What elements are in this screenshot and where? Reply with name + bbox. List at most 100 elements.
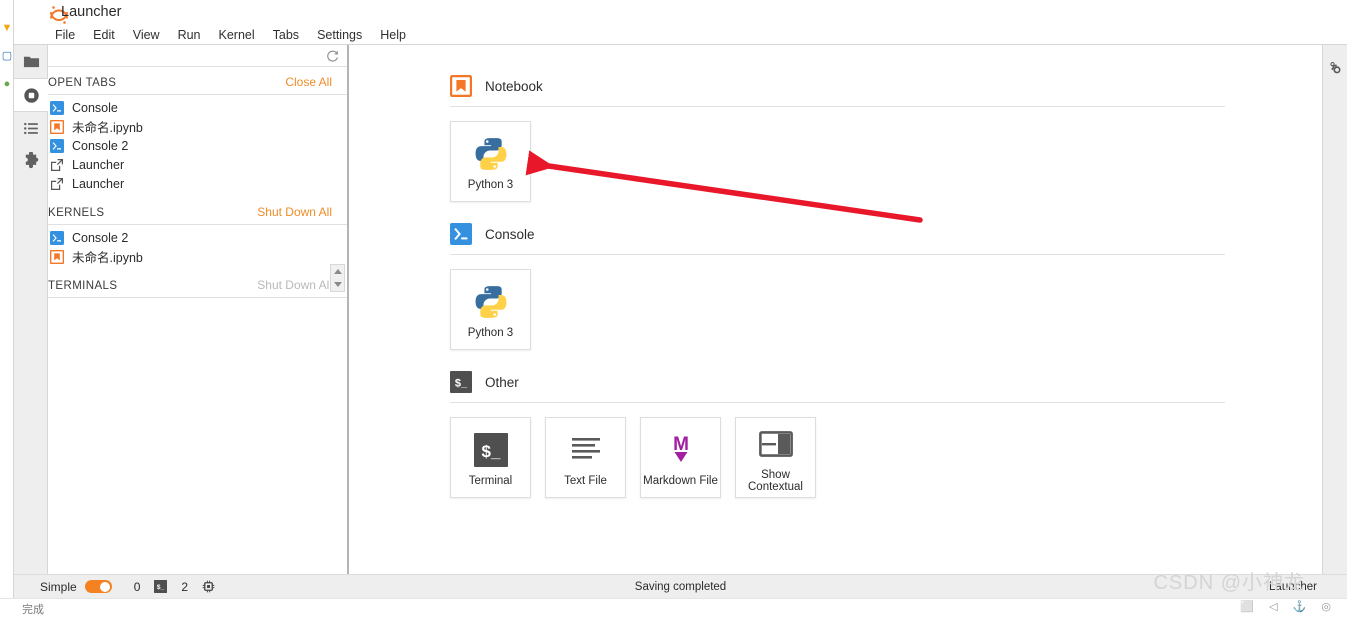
launcher-section-header: $_ Other (450, 371, 1225, 403)
console-icon (50, 138, 64, 153)
launcher-section-notebook: Notebook Python 3 (450, 75, 1225, 202)
launcher-panel: Notebook Python 3 Console Python 3 $_ Ot… (349, 45, 1322, 585)
notebook-icon (49, 249, 65, 264)
panel-toolbar (48, 45, 347, 67)
jupyterlab-window: ▼ ▢ ● Launcher File Edit View Run Kernel… (0, 0, 1347, 620)
list-item[interactable]: Console 2 (48, 228, 347, 247)
sidebar-tab-running-sessions[interactable] (14, 78, 48, 111)
background-icon-3: ● (3, 78, 11, 90)
terminal-dollar-icon: $_ (473, 429, 508, 471)
refresh-icon[interactable] (323, 47, 341, 65)
notebook-bookmark-icon (450, 75, 472, 97)
list-item-label: Launcher (72, 157, 125, 172)
list-item[interactable]: 未命名.ipynb (48, 117, 347, 136)
console-icon (50, 100, 64, 115)
list-item[interactable]: 未命名.ipynb (48, 247, 347, 266)
launcher-card-label: Python 3 (467, 326, 514, 339)
launcher-section-label: Console (485, 226, 535, 242)
menu-item-run[interactable]: Run (169, 26, 210, 44)
terminal-dollar-icon[interactable]: $_ (154, 580, 168, 593)
launcher-section-header: Notebook (450, 75, 1225, 107)
launcher-card-row: Python 3 (450, 255, 1225, 350)
section-title-kernels: KERNELS (48, 207, 105, 219)
shut-down-all-kernels-button[interactable]: Shut Down All (257, 205, 332, 219)
menu-item-help[interactable]: Help (371, 26, 415, 44)
python-logo-icon (472, 133, 510, 175)
launcher-card-terminal[interactable]: $_ Terminal (450, 417, 531, 498)
launcher-card-markdown-file[interactable]: M Markdown File (640, 417, 721, 498)
background-window-strip: ▼ ▢ ● (0, 0, 14, 620)
section-header-kernels: KERNELS Shut Down All (48, 197, 347, 225)
launcher-card-notebook-python3[interactable]: Python 3 (450, 121, 531, 202)
list-item-label: Launcher (72, 176, 125, 191)
os-taskbar: 完成 ⬜ ◁ ⚓ ◎ (0, 598, 1347, 620)
launcher-card-label: Python 3 (467, 178, 514, 191)
list-item-label: 未命名.ipynb (72, 121, 143, 135)
launcher-section-label: Other (485, 374, 519, 390)
scroll-down-arrow-icon[interactable] (333, 282, 342, 287)
status-bar-left: Simple 0 $_ 2 (14, 580, 215, 594)
panel-scroll-stepper[interactable] (330, 264, 345, 292)
section-title-open-tabs: OPEN TABS (48, 77, 117, 89)
list-item[interactable]: Console 2 (48, 136, 347, 155)
launcher-section-header: Console (450, 223, 1225, 255)
svg-text:M: M (673, 434, 689, 455)
menu-item-view[interactable]: View (124, 26, 169, 44)
terminal-dollar-icon: $_ (450, 371, 472, 393)
menu-item-file[interactable]: File (46, 26, 84, 44)
menu-item-settings[interactable]: Settings (308, 26, 371, 44)
sidebar-tab-file-browser[interactable] (14, 45, 48, 78)
launcher-section-console: Console Python 3 (450, 223, 1225, 350)
property-inspector-gear-icon[interactable] (1323, 53, 1347, 83)
section-header-open-tabs: OPEN TABS Close All (48, 67, 347, 95)
sidebar-tab-extension-manager[interactable] (14, 144, 48, 177)
launcher-card-show-contextual[interactable]: Show Contextual (735, 417, 816, 498)
launcher-card-label: Show Contextual (748, 468, 803, 493)
launcher-card-console-python3[interactable]: Python 3 (450, 269, 531, 350)
list-item-label: Console (72, 100, 118, 115)
open-tabs-list: Console 未命名.ipynb Console 2 Launcher Lau… (48, 95, 347, 197)
list-item[interactable]: Console (48, 98, 347, 117)
taskbar-left-text: 完成 (22, 604, 44, 616)
terminal-count: 0 (133, 579, 141, 594)
simple-mode-toggle[interactable] (84, 580, 112, 593)
launcher-section-label: Notebook (485, 78, 543, 94)
python-logo-icon (472, 281, 510, 323)
launcher-icon (50, 158, 64, 172)
markdown-icon: M (664, 429, 698, 471)
title-bar: Launcher File Edit View Run Kernel Tabs … (14, 0, 1347, 45)
show-contextual-icon (758, 423, 793, 465)
list-item-label: 未命名.ipynb (72, 251, 143, 265)
status-bar: Simple 0 $_ 2 Saving completed Launcher (14, 574, 1347, 598)
scroll-up-arrow-icon[interactable] (333, 269, 342, 274)
console-prompt-icon (450, 223, 472, 245)
launcher-card-text-file[interactable]: Text File (545, 417, 626, 498)
svg-text:$_: $_ (481, 442, 500, 461)
section-title-terminals: TERMINALS (48, 280, 118, 292)
status-active-tab: Launcher (1269, 580, 1317, 593)
menu-bar: File Edit View Run Kernel Tabs Settings … (46, 26, 415, 44)
list-item-label: Console 2 (72, 138, 129, 153)
notebook-icon (49, 119, 65, 134)
menu-item-edit[interactable]: Edit (84, 26, 124, 44)
launcher-section-other: $_ Other $_ Terminal Text File M Markdow… (450, 371, 1225, 498)
close-all-button[interactable]: Close All (285, 75, 332, 89)
page-title: Launcher (61, 4, 122, 20)
list-item[interactable]: Launcher (48, 174, 347, 193)
kernel-chip-icon[interactable] (202, 580, 215, 593)
sidebar-tab-commands[interactable] (14, 111, 48, 144)
status-message: Saving completed (634, 580, 727, 593)
menu-item-tabs[interactable]: Tabs (264, 26, 308, 44)
menu-item-kernel[interactable]: Kernel (210, 26, 264, 44)
background-icon-2: ▢ (1, 50, 13, 62)
list-item-label: Console 2 (72, 230, 129, 245)
launcher-card-row: Python 3 (450, 107, 1225, 202)
shut-down-all-terminals-button[interactable]: Shut Down All (257, 278, 332, 292)
svg-text:$_: $_ (157, 584, 165, 591)
svg-text:$_: $_ (455, 378, 468, 390)
console-icon (50, 230, 64, 245)
list-item[interactable]: Launcher (48, 155, 347, 174)
toggle-knob (100, 581, 111, 592)
launcher-card-label: Terminal (468, 474, 513, 487)
text-file-icon (569, 429, 603, 471)
